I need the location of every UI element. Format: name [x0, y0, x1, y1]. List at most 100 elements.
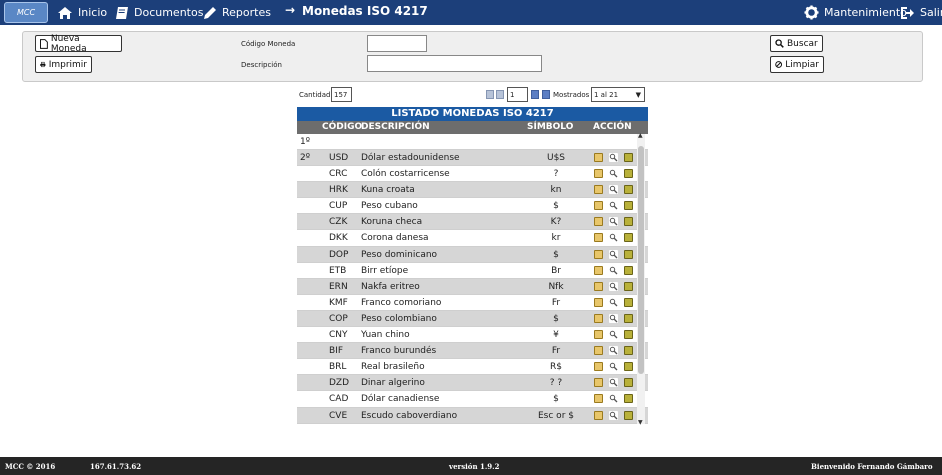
row-code: USD [329, 153, 349, 163]
edit-icon[interactable] [594, 153, 603, 162]
magnifier-icon[interactable] [609, 249, 618, 259]
magnifier-icon[interactable] [609, 378, 618, 388]
print-button[interactable]: Imprimir [35, 56, 92, 73]
trash-icon[interactable] [624, 410, 633, 420]
search-button[interactable]: Buscar [770, 35, 823, 52]
pager: Cantidad 157 1 Mostrados 1 al 21 ▼ [297, 87, 647, 103]
app-logo[interactable]: MCC [4, 2, 48, 23]
edit-icon[interactable] [594, 217, 603, 227]
magnifier-icon[interactable] [609, 233, 618, 243]
clear-button[interactable]: Limpiar [770, 56, 824, 73]
edit-icon[interactable] [594, 313, 603, 323]
trash-icon[interactable] [624, 265, 633, 275]
trash-icon[interactable] [624, 169, 633, 179]
edit-icon[interactable] [594, 185, 603, 195]
edit-icon[interactable] [594, 201, 603, 211]
row-code: ETB [329, 265, 347, 276]
grid-header: CÓDIGO DESCRIPCIÓN SÍMBOLO ACCIÓN [297, 121, 648, 134]
trash-icon[interactable] [624, 249, 633, 259]
codigo-label: Código Moneda [241, 40, 296, 48]
trash-icon[interactable] [624, 330, 633, 340]
row-symbol: Nfk [548, 281, 564, 292]
scroll-up-icon[interactable]: ▲ [638, 132, 643, 139]
edit-icon[interactable] [594, 297, 603, 307]
trash-icon[interactable] [624, 201, 633, 211]
edit-icon[interactable] [594, 249, 603, 259]
scrollbar-thumb[interactable] [638, 146, 644, 374]
edit-icon[interactable] [594, 281, 603, 291]
next-page-button[interactable] [531, 90, 539, 99]
gear-icon [804, 5, 819, 20]
trash-icon[interactable] [624, 313, 633, 323]
trash-icon[interactable] [624, 217, 633, 227]
trash-icon[interactable] [624, 394, 633, 404]
book-icon [116, 6, 128, 19]
prev-page-button[interactable] [496, 90, 504, 99]
trash-icon[interactable] [624, 346, 633, 356]
table-row: BIF Franco burundés Fr [297, 343, 648, 360]
mostrados-select[interactable]: 1 al 21 ▼ [591, 87, 645, 102]
logout-icon [901, 6, 914, 19]
descripcion-input[interactable] [367, 55, 542, 72]
row-description: Franco burundés [361, 346, 437, 357]
row-description: Escudo caboverdiano [361, 410, 458, 421]
magnifier-icon[interactable] [609, 281, 618, 291]
magnifier-icon[interactable] [609, 265, 618, 275]
magnifier-icon[interactable] [609, 313, 618, 323]
nav-inicio[interactable]: Inicio [57, 4, 107, 21]
nav-salir[interactable]: Salir [900, 4, 942, 21]
print-label: Imprimir [48, 59, 87, 70]
table-row: BRL Real brasileño R$ [297, 359, 648, 376]
table-row: CZK Koruna checa K? [297, 214, 648, 231]
trash-icon[interactable] [624, 281, 633, 291]
edit-icon[interactable] [594, 265, 603, 275]
trash-icon[interactable] [624, 233, 633, 243]
edit-icon[interactable] [594, 410, 603, 420]
magnifier-icon[interactable] [609, 346, 618, 356]
edit-icon[interactable] [594, 362, 603, 372]
row-description: Peso colombiano [361, 313, 437, 324]
new-currency-button[interactable]: Nueva Moneda [35, 33, 122, 54]
nav-reportes[interactable]: Reportes [203, 4, 271, 21]
edit-icon[interactable] [594, 233, 603, 243]
descripcion-label: Descripción [241, 61, 282, 69]
grid-rows: 2º USD Dólar estadounidense U$S CRC Colón cos… [297, 150, 648, 424]
last-page-button[interactable] [542, 90, 550, 99]
magnifier-icon[interactable] [609, 330, 618, 340]
table-row: ERN Nakfa eritreo Nfk [297, 278, 648, 295]
page-title: Monedas ISO 4217 [302, 4, 428, 18]
home-icon [58, 6, 72, 19]
codigo-input[interactable] [367, 35, 427, 52]
col-simbolo: SÍMBOLO [527, 122, 574, 132]
trash-icon[interactable] [624, 378, 633, 388]
col-descripcion: DESCRIPCIÓN [361, 122, 430, 132]
page-input[interactable]: 1 [507, 87, 528, 102]
magnifier-icon[interactable] [609, 410, 618, 420]
edit-icon[interactable] [594, 378, 603, 388]
row-symbol: U$S [546, 153, 566, 163]
row-symbol: Fr [551, 346, 561, 357]
nav-documentos[interactable]: Documentos [115, 4, 203, 21]
trash-icon[interactable] [624, 362, 633, 372]
edit-icon[interactable] [594, 346, 603, 356]
magnifier-icon[interactable] [609, 394, 618, 404]
magnifier-icon[interactable] [609, 217, 618, 227]
edit-icon[interactable] [594, 330, 603, 340]
trash-icon[interactable] [624, 153, 633, 162]
edit-icon[interactable] [594, 394, 603, 404]
new-currency-label: Nueva Moneda [50, 33, 87, 54]
magnifier-icon[interactable] [609, 153, 618, 162]
grid-scrollbar[interactable]: ▲ ▼ [637, 132, 645, 426]
trash-icon[interactable] [624, 297, 633, 307]
magnifier-icon[interactable] [609, 201, 618, 211]
trash-icon[interactable] [624, 185, 633, 195]
magnifier-icon[interactable] [609, 362, 618, 372]
magnifier-icon[interactable] [609, 169, 618, 179]
scroll-down-icon[interactable]: ▼ [638, 419, 643, 426]
nav-mantenimiento[interactable]: Mantenimiento [804, 4, 907, 21]
magnifier-icon[interactable] [609, 297, 618, 307]
first-page-button[interactable] [486, 90, 494, 99]
magnifier-icon[interactable] [609, 185, 618, 195]
row-code: CAD [329, 394, 349, 405]
edit-icon[interactable] [594, 169, 603, 179]
